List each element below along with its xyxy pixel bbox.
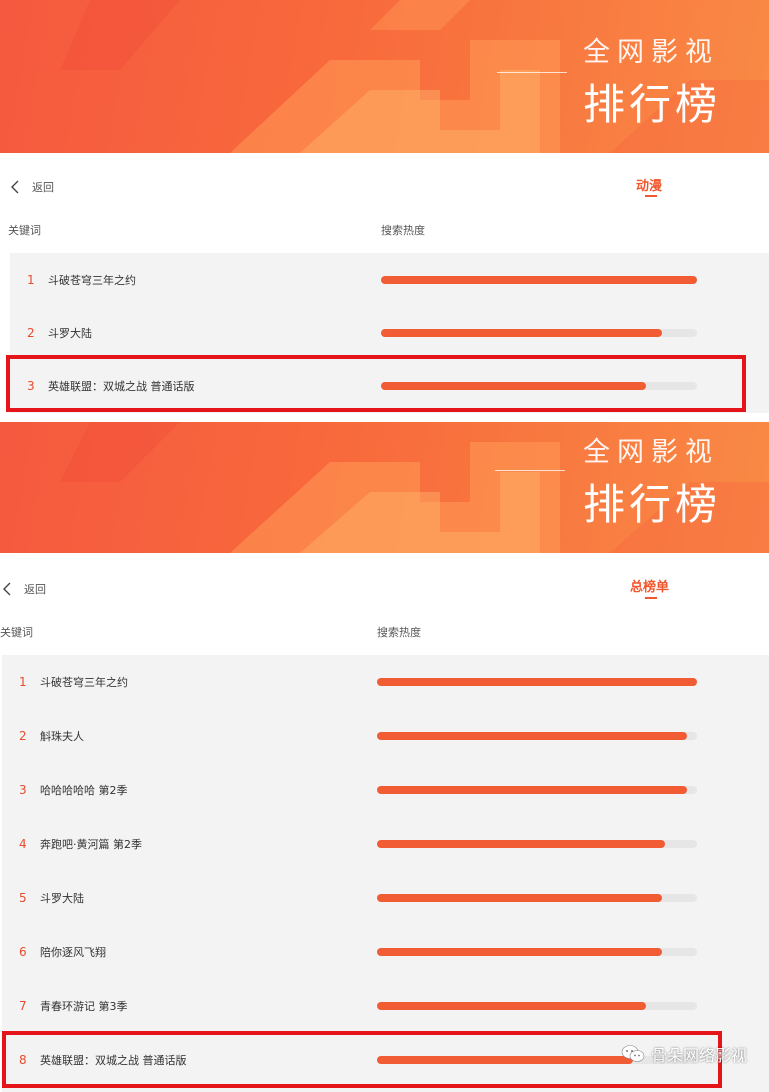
heat-bar-track [377, 678, 697, 686]
column-headers: 关键词 搜索热度 [0, 615, 769, 655]
banner-title-line1: 全网影视 [582, 437, 719, 468]
tab-label: 动漫 [636, 179, 663, 194]
heat-bar-track [381, 328, 697, 337]
wechat-icon [621, 1045, 645, 1062]
heat-bar-track [377, 786, 697, 794]
keyword-name: 斗罗大陆 [40, 892, 84, 905]
banner-title: 全网影视 排行榜 [583, 30, 721, 132]
rank-number: 4 [19, 837, 27, 851]
title-decor-line [497, 72, 567, 73]
tab-overall[interactable]: 总榜单 [630, 576, 669, 595]
keyword-name: 斗破苍穹三年之约 [40, 676, 128, 689]
top-panel: 全网影视 排行榜 返回 动漫 关键词 搜索热度 1 斗破苍穹三年之约 2 斗罗大陆 3 英… [0, 0, 769, 422]
rank-number: 6 [19, 945, 27, 959]
keyword-name: 英雄联盟：双城之战 普通话版 [48, 379, 195, 393]
tab-underline [645, 195, 657, 197]
heat-bar-track [381, 381, 697, 390]
rank-number: 3 [27, 378, 35, 393]
heat-bar-fill [381, 381, 646, 390]
heat-bar-fill [377, 786, 687, 794]
banner-title-line2: 排行榜 [582, 80, 721, 129]
watermark-text: 骨朵网络影视 [650, 1046, 747, 1065]
keyword-name: 斗破苍穹三年之约 [48, 273, 136, 287]
back-button[interactable]: 返回 [10, 179, 54, 195]
rank-number: 2 [27, 325, 35, 340]
title-decor-line [495, 470, 565, 471]
bottom-banner: 全网影视 排行榜 [0, 422, 769, 553]
rank-number: 7 [19, 999, 27, 1013]
rank-number: 5 [19, 891, 27, 905]
column-heat: 搜索热度 [377, 626, 421, 639]
rank-number: 3 [19, 783, 27, 797]
list-item[interactable]: 1 斗破苍穹三年之约 [10, 253, 769, 306]
bottom-toolbar: 返回 总榜单 [0, 553, 769, 615]
heat-bar-track [377, 732, 697, 740]
rank-number: 1 [19, 675, 27, 689]
list-item[interactable]: 2 斗罗大陆 [10, 306, 769, 359]
list-item[interactable]: 1 斗破苍穹三年之约 [2, 655, 769, 709]
rank-number: 1 [27, 272, 35, 287]
list-item[interactable]: 3 英雄联盟：双城之战 普通话版 [10, 359, 769, 412]
heat-bar-fill [377, 1056, 633, 1064]
list-item[interactable]: 6 陪你逐风飞翔 [2, 925, 769, 979]
keyword-name: 哈哈哈哈哈 第2季 [40, 784, 128, 797]
list-item[interactable]: 7 青春环游记 第3季 [2, 979, 769, 1033]
tab-anime[interactable]: 动漫 [636, 175, 662, 194]
heat-bar-track [377, 894, 697, 902]
ranking-list: 1 斗破苍穹三年之约 2 斛珠夫人 3 哈哈哈哈哈 第2季 4 奔跑吧·黄河篇 第2季 5 斗罗大… [2, 655, 769, 1092]
bottom-panel: 全网影视 排行榜 返回 总榜单 关键词 搜索热度 1 斗破苍穹三年之约 2 斛珠夫人 3… [0, 422, 769, 1092]
tab-underline [645, 597, 657, 599]
list-item[interactable]: 2 斛珠夫人 [2, 709, 769, 763]
rank-number: 2 [19, 729, 27, 743]
keyword-name: 陪你逐风飞翔 [40, 946, 106, 959]
keyword-name: 青春环游记 第3季 [40, 1000, 128, 1013]
keyword-name: 斛珠夫人 [40, 730, 84, 743]
column-keyword: 关键词 [0, 626, 33, 639]
column-heat: 搜索热度 [381, 224, 425, 237]
heat-bar-track [377, 1002, 697, 1010]
watermark: 骨朵网络影视 [621, 1042, 747, 1066]
heat-bar-fill [377, 840, 665, 848]
keyword-name: 奔跑吧·黄河篇 第2季 [40, 838, 142, 851]
back-button[interactable]: 返回 [2, 581, 46, 597]
heat-bar-track [377, 840, 697, 848]
top-banner: 全网影视 排行榜 [0, 0, 769, 153]
rank-number: 8 [19, 1053, 27, 1067]
column-headers: 关键词 搜索热度 [0, 213, 769, 253]
heat-bar-fill [381, 328, 662, 337]
list-item[interactable]: 5 斗罗大陆 [2, 871, 769, 925]
list-item[interactable]: 3 哈哈哈哈哈 第2季 [2, 763, 769, 817]
heat-bar-fill [377, 948, 662, 956]
back-label: 返回 [24, 583, 46, 596]
banner-title-line2: 排行榜 [582, 480, 721, 529]
column-keyword: 关键词 [8, 224, 41, 237]
chevron-left-icon [3, 582, 11, 596]
chevron-left-icon [11, 180, 19, 194]
heat-bar-track [381, 275, 697, 284]
heat-bar-fill [377, 894, 662, 902]
heat-bar-track [377, 948, 697, 956]
heat-bar-fill [377, 732, 687, 740]
banner-title-line1: 全网影视 [582, 37, 719, 68]
ranking-list: 1 斗破苍穹三年之约 2 斗罗大陆 3 英雄联盟：双城之战 普通话版 [10, 253, 769, 413]
list-item[interactable]: 4 奔跑吧·黄河篇 第2季 [2, 817, 769, 871]
heat-bar-fill [377, 678, 697, 686]
heat-bar-fill [381, 275, 697, 284]
back-label: 返回 [32, 181, 54, 194]
keyword-name: 英雄联盟：双城之战 普通话版 [40, 1054, 187, 1067]
heat-bar-fill [377, 1002, 646, 1010]
tab-label: 总榜单 [630, 580, 670, 595]
keyword-name: 斗罗大陆 [48, 326, 92, 340]
banner-title: 全网影视 排行榜 [583, 430, 721, 532]
top-toolbar: 返回 动漫 [0, 153, 769, 213]
